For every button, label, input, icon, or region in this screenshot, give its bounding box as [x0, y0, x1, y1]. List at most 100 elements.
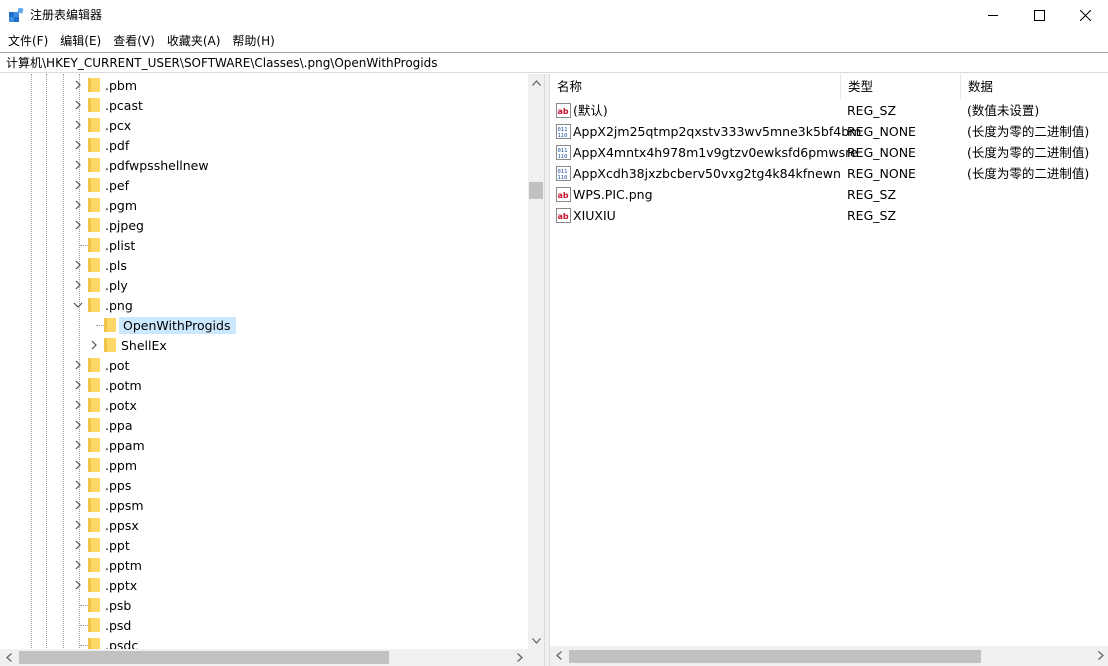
scroll-right-button[interactable] — [1092, 647, 1108, 664]
chevron-right-icon[interactable] — [73, 179, 83, 191]
scroll-down-button[interactable] — [528, 632, 544, 649]
chevron-right-icon[interactable] — [73, 539, 83, 551]
chevron-right-icon[interactable] — [73, 459, 83, 471]
chevron-down-icon[interactable] — [73, 299, 83, 311]
tree-item[interactable]: .pgm — [0, 195, 528, 215]
value-row[interactable]: 011 110 AppXcdh38jxzbcberv50vxg2tg4k84kfne… — [550, 163, 1108, 184]
tree-item[interactable]: .pptm — [0, 555, 528, 575]
tree-item[interactable]: .pptx — [0, 575, 528, 595]
key-tree-pane: .pbm .pcast .pcx .pdf .pdfwpsshellnew .pef .pg… — [0, 74, 545, 666]
tree-item[interactable]: OpenWithProgids — [0, 315, 528, 335]
tree-item[interactable]: .potx — [0, 395, 528, 415]
value-data: (数值未设置) — [967, 103, 1040, 118]
tree-item-label: .ppam — [105, 438, 145, 453]
value-name: (默认) — [573, 103, 608, 118]
folder-icon — [88, 298, 100, 312]
folder-icon — [88, 438, 100, 452]
tree-item-label: .pps — [105, 478, 132, 493]
tree-item[interactable]: .pls — [0, 255, 528, 275]
tree-item[interactable]: .psd — [0, 615, 528, 635]
menu-favorites[interactable]: 收藏夹(A) — [161, 31, 227, 51]
chevron-right-icon[interactable] — [73, 519, 83, 531]
chevron-right-icon[interactable] — [73, 199, 83, 211]
tree-item[interactable]: .ply — [0, 275, 528, 295]
tree-item[interactable]: .pcx — [0, 115, 528, 135]
chevron-left-icon — [5, 653, 12, 662]
tree-item[interactable]: .pdf — [0, 135, 528, 155]
address-bar[interactable]: 计算机\HKEY_CURRENT_USER\SOFTWARE\Classes\.… — [0, 52, 1108, 73]
tree-item[interactable]: .ppsm — [0, 495, 528, 515]
value-name: XIUXIU — [573, 208, 616, 223]
menu-edit[interactable]: 编辑(E) — [54, 31, 107, 51]
chevron-right-icon[interactable] — [73, 99, 83, 111]
column-header-name[interactable]: 名称 — [550, 74, 841, 99]
tree-item-label: .ppt — [105, 538, 130, 553]
column-header-type[interactable]: 类型 — [841, 74, 961, 99]
value-row[interactable]: 011 110 AppX2jm25qtmp2qxstv333wv5mne3k5bf4… — [550, 121, 1108, 142]
folder-icon — [88, 418, 100, 432]
menu-help[interactable]: 帮助(H) — [226, 31, 280, 51]
value-row[interactable]: ab XIUXIU REG_SZ — [550, 205, 1108, 226]
tree-item[interactable]: .ppm — [0, 455, 528, 475]
chevron-right-icon[interactable] — [73, 439, 83, 451]
value-row[interactable]: ab (默认) REG_SZ (数值未设置) — [550, 100, 1108, 121]
close-button[interactable] — [1062, 0, 1108, 31]
svg-text:ab: ab — [558, 191, 569, 200]
tree-horizontal-scroll-thumb[interactable] — [19, 651, 389, 664]
tree-item[interactable]: .pbm — [0, 75, 528, 95]
chevron-right-icon[interactable] — [73, 159, 83, 171]
tree-item-label: .pptm — [105, 558, 142, 573]
tree-item[interactable]: .plist — [0, 235, 528, 255]
minimize-button[interactable] — [970, 0, 1016, 31]
tree-item[interactable]: .pps — [0, 475, 528, 495]
chevron-right-icon[interactable] — [73, 259, 83, 271]
chevron-right-icon[interactable] — [73, 479, 83, 491]
tree-item[interactable]: .pcast — [0, 95, 528, 115]
tree-item[interactable]: .ppam — [0, 435, 528, 455]
scroll-up-button[interactable] — [528, 74, 544, 91]
chevron-right-icon[interactable] — [73, 419, 83, 431]
chevron-right-icon[interactable] — [73, 499, 83, 511]
scroll-left-button[interactable] — [550, 647, 567, 664]
folder-icon — [88, 158, 100, 172]
chevron-right-icon[interactable] — [73, 139, 83, 151]
values-horizontal-scroll-thumb[interactable] — [569, 650, 981, 663]
tree-item[interactable]: .ppt — [0, 535, 528, 555]
chevron-right-icon[interactable] — [73, 399, 83, 411]
chevron-right-icon[interactable] — [73, 559, 83, 571]
tree-item[interactable]: .potm — [0, 375, 528, 395]
chevron-right-icon[interactable] — [73, 359, 83, 371]
tree-item[interactable]: .ppa — [0, 415, 528, 435]
tree-item[interactable]: .pdfwpsshellnew — [0, 155, 528, 175]
value-row[interactable]: ab WPS.PIC.png REG_SZ — [550, 184, 1108, 205]
tree-item-label: .psb — [105, 598, 132, 613]
tree-item[interactable]: .pot — [0, 355, 528, 375]
scroll-left-button[interactable] — [0, 649, 17, 666]
chevron-right-icon[interactable] — [89, 339, 99, 351]
tree-horizontal-scrollbar[interactable] — [0, 649, 544, 666]
binary-value-icon: 011110 — [556, 145, 571, 160]
scroll-right-button[interactable] — [511, 649, 528, 666]
chevron-right-icon[interactable] — [73, 119, 83, 131]
address-path[interactable]: 计算机\HKEY_CURRENT_USER\SOFTWARE\Classes\.… — [6, 55, 438, 71]
chevron-right-icon[interactable] — [73, 579, 83, 591]
tree-vertical-scroll-thumb[interactable] — [529, 182, 543, 199]
menu-file[interactable]: 文件(F) — [2, 31, 54, 51]
maximize-button[interactable] — [1016, 0, 1062, 31]
tree-item[interactable]: .pjpeg — [0, 215, 528, 235]
chevron-right-icon[interactable] — [73, 279, 83, 291]
tree-vertical-scrollbar[interactable] — [528, 74, 544, 649]
values-horizontal-scrollbar[interactable] — [550, 646, 1108, 666]
menu-view[interactable]: 查看(V) — [107, 31, 161, 51]
tree-item[interactable]: .ppsx — [0, 515, 528, 535]
tree-item[interactable]: .png — [0, 295, 528, 315]
tree-item[interactable]: .psb — [0, 595, 528, 615]
folder-icon — [88, 138, 100, 152]
column-header-data[interactable]: 数据 — [961, 74, 1108, 99]
chevron-right-icon[interactable] — [73, 79, 83, 91]
value-row[interactable]: 011 110 AppX4mntx4h978m1v9gtzv0ewksfd6pmws… — [550, 142, 1108, 163]
tree-item[interactable]: ShellEx — [0, 335, 528, 355]
chevron-right-icon[interactable] — [73, 219, 83, 231]
chevron-right-icon[interactable] — [73, 379, 83, 391]
tree-item[interactable]: .pef — [0, 175, 528, 195]
